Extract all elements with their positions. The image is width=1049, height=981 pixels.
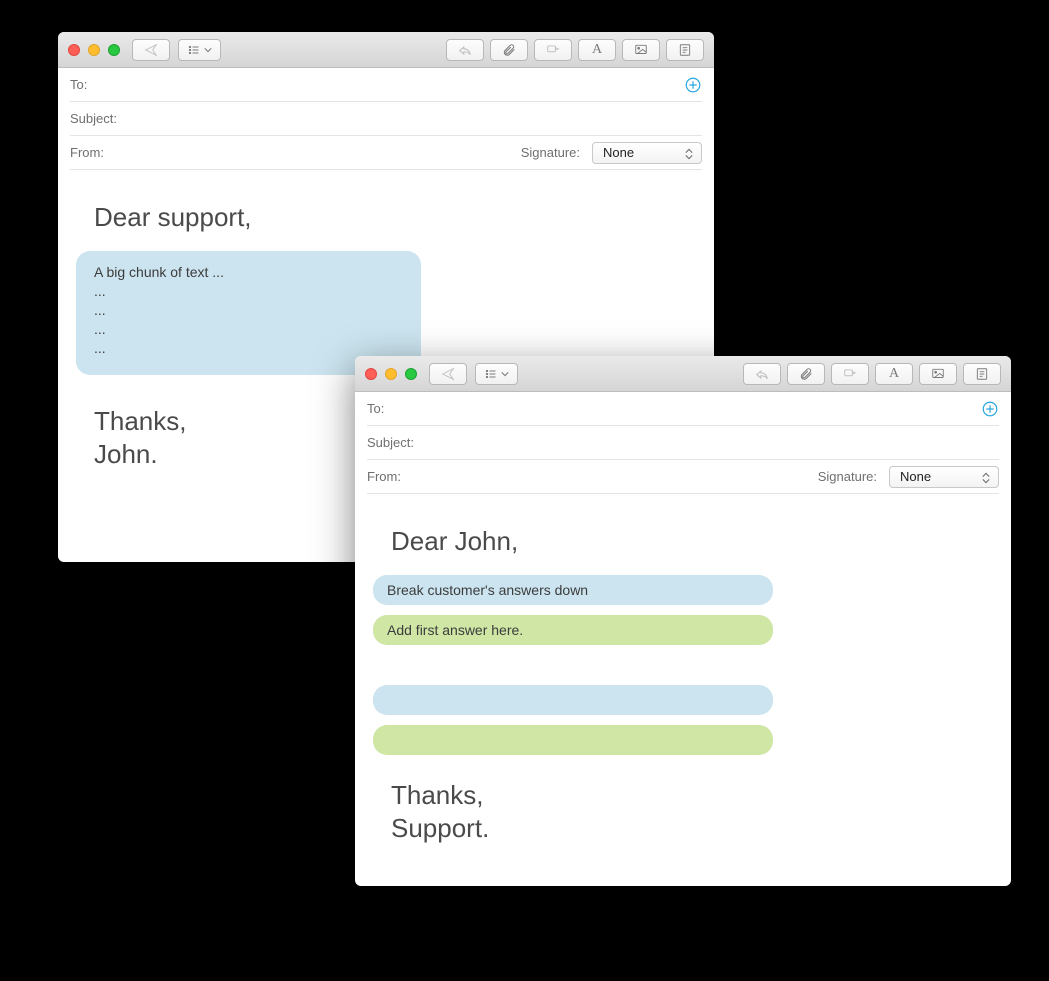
signature-label: Signature: — [818, 469, 877, 484]
format-button[interactable]: A — [578, 39, 616, 61]
format-button[interactable]: A — [875, 363, 913, 385]
media-button[interactable] — [622, 39, 660, 61]
signoff-thanks: Thanks, — [94, 406, 187, 436]
subject-field-row[interactable]: Subject: — [367, 426, 999, 460]
signature-select[interactable]: None — [889, 466, 999, 488]
mark-button[interactable] — [534, 39, 572, 61]
signature-label: Signature: — [521, 145, 580, 160]
mark-icon — [842, 367, 858, 381]
toolbar-right-group: A — [446, 39, 704, 61]
list-dropdown-button[interactable] — [475, 363, 518, 385]
minimize-window-button[interactable] — [88, 44, 100, 56]
notes-button[interactable] — [666, 39, 704, 61]
titlebar: A — [58, 32, 714, 68]
toolbar-right-group: A — [743, 363, 1001, 385]
signoff-name: Support. — [391, 812, 993, 845]
header-fields: To: Subject: From: Signature: None — [58, 68, 714, 170]
signature-value: None — [900, 469, 931, 484]
stepper-icon — [980, 470, 992, 486]
reply-icon — [457, 43, 473, 57]
format-icon: A — [889, 366, 899, 382]
traffic-lights — [68, 44, 120, 56]
from-label: From: — [70, 145, 104, 160]
notes-button[interactable] — [963, 363, 1001, 385]
answer-bar-green — [373, 725, 773, 755]
from-label: From: — [367, 469, 401, 484]
from-field-row[interactable]: From: Signature: None — [367, 460, 999, 494]
paperclip-icon — [799, 366, 813, 382]
compose-body[interactable]: Dear John, Break customer's answers down… — [355, 494, 1011, 886]
send-button[interactable] — [429, 363, 467, 385]
mail-compose-window-2: A To: Subject: — [355, 356, 1011, 886]
list-icon — [187, 44, 201, 56]
list-icon — [484, 368, 498, 380]
mark-button[interactable] — [831, 363, 869, 385]
add-recipient-button[interactable] — [981, 400, 999, 418]
signature-value: None — [603, 145, 634, 160]
chevron-down-icon — [204, 46, 212, 54]
plus-circle-icon — [981, 400, 999, 418]
stepper-icon — [683, 146, 695, 162]
notes-icon — [975, 367, 989, 381]
reply-button[interactable] — [446, 39, 484, 61]
list-dropdown-button[interactable] — [178, 39, 221, 61]
answer-bar-green: Add first answer here. — [373, 615, 773, 645]
traffic-lights — [365, 368, 417, 380]
chevron-down-icon — [501, 370, 509, 378]
signature-select[interactable]: None — [592, 142, 702, 164]
quote-bar-blue — [373, 685, 773, 715]
greeting: Dear John, — [391, 526, 993, 557]
from-field-row[interactable]: From: Signature: None — [70, 136, 702, 170]
plus-circle-icon — [684, 76, 702, 94]
send-icon — [143, 43, 159, 57]
header-fields: To: Subject: From: Signature: None — [355, 392, 1011, 494]
quote-bar-blue: Break customer's answers down — [373, 575, 773, 605]
send-icon — [440, 367, 456, 381]
subject-field-row[interactable]: Subject: — [70, 102, 702, 136]
paperclip-icon — [502, 42, 516, 58]
attach-button[interactable] — [787, 363, 825, 385]
reply-button[interactable] — [743, 363, 781, 385]
to-label: To: — [70, 77, 87, 92]
notes-icon — [678, 43, 692, 57]
attach-button[interactable] — [490, 39, 528, 61]
zoom-window-button[interactable] — [405, 368, 417, 380]
media-icon — [633, 43, 649, 57]
titlebar: A — [355, 356, 1011, 392]
close-window-button[interactable] — [68, 44, 80, 56]
media-icon — [930, 367, 946, 381]
send-button[interactable] — [132, 39, 170, 61]
reply-icon — [754, 367, 770, 381]
media-button[interactable] — [919, 363, 957, 385]
signoff-thanks: Thanks, — [391, 780, 484, 810]
to-label: To: — [367, 401, 384, 416]
to-field-row[interactable]: To: — [367, 392, 999, 426]
zoom-window-button[interactable] — [108, 44, 120, 56]
to-field-row[interactable]: To: — [70, 68, 702, 102]
mark-icon — [545, 43, 561, 57]
subject-label: Subject: — [367, 435, 414, 450]
close-window-button[interactable] — [365, 368, 377, 380]
format-icon: A — [592, 42, 602, 58]
add-recipient-button[interactable] — [684, 76, 702, 94]
signoff: Thanks, Support. — [391, 779, 993, 844]
greeting: Dear support, — [94, 202, 696, 233]
minimize-window-button[interactable] — [385, 368, 397, 380]
subject-label: Subject: — [70, 111, 117, 126]
